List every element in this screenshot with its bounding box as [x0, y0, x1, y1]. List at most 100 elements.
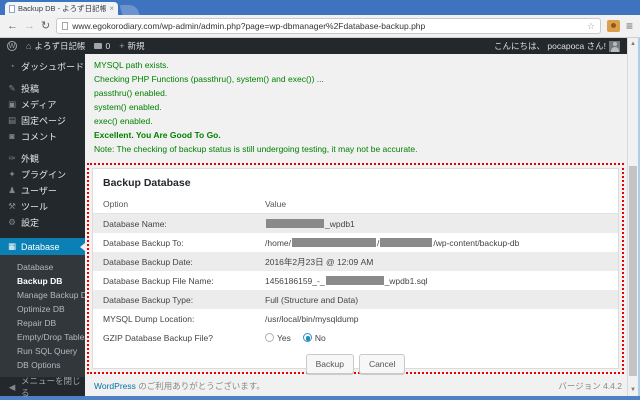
db-submenu-item[interactable]: Optimize DB	[0, 302, 85, 316]
scroll-up-icon[interactable]: ▲	[628, 41, 638, 47]
gzip-row: GZIP Database Backup File? Yes No	[93, 328, 618, 347]
table-row: Database Backup File Name: 1456186159_-_…	[93, 271, 618, 290]
database-submenu: Database Backup DB Manage Backup DB Opti…	[0, 255, 93, 377]
sidebar-item-dashboard[interactable]: ◔ ダッシュボード	[0, 58, 85, 74]
option-value: /home/ / /wp-content/backup-db	[265, 238, 618, 248]
admin-content: MYSQL path exists. Checking PHP Function…	[85, 54, 627, 396]
gzip-no-radio[interactable]	[302, 333, 312, 342]
db-submenu-item[interactable]: Database	[0, 260, 85, 274]
sidebar-item-comments[interactable]: ◙ コメント	[0, 128, 85, 144]
sidebar-item-appearance[interactable]: ✑ 外観	[0, 150, 85, 166]
browser-viewport: W ⌂ よろず日記帳 0 + 新規 こんにちは、 pocapoca さん! ◔ …	[0, 38, 640, 398]
status-message: system() enabled.	[94, 102, 162, 112]
value-text: /usr/local/bin/mysqldump	[265, 313, 359, 324]
home-icon: ⌂	[26, 41, 32, 51]
redacted-value	[325, 276, 384, 285]
sidebar-item-pages[interactable]: ▤ 固定ページ	[0, 112, 85, 128]
comment-count: 0	[105, 41, 111, 51]
menu-icon: ♟	[8, 184, 16, 195]
account-menu[interactable]: こんにちは、 pocapoca さん!	[494, 40, 620, 52]
sidebar-item-settings[interactable]: ⚙ 設定	[0, 214, 85, 230]
option-label: Database Backup Date:	[103, 256, 193, 267]
gzip-no-label[interactable]: No	[315, 333, 326, 343]
admin-footer: WordPress のご利用ありがとうございます。 バージョン 4.4.2	[94, 380, 622, 392]
page-icon	[62, 22, 69, 30]
sidebar-item-users[interactable]: ♟ ユーザー	[0, 182, 85, 198]
db-submenu-item[interactable]: Manage Backup DB	[0, 288, 93, 302]
database-icon: ▦	[7, 241, 17, 251]
table-row: MYSQL Dump Location: /usr/local/bin/mysq…	[93, 309, 618, 328]
option-value: /usr/local/bin/mysqldump	[265, 314, 618, 324]
value-header: Value	[265, 199, 287, 209]
wordpress-logo-icon: W	[7, 41, 17, 51]
camera-extension-icon[interactable]	[606, 20, 620, 32]
address-bar[interactable]: www.egokorodiary.com/wp-admin/admin.php?…	[56, 18, 601, 34]
gzip-label: GZIP Database Backup File?	[103, 332, 213, 343]
menu-icon: ⚒	[8, 200, 16, 211]
collapse-menu-button[interactable]: ◀ メニューを閉じる	[0, 376, 85, 398]
site-name-link[interactable]: ⌂ よろず日記帳	[26, 40, 85, 52]
menu-icon: ◔	[9, 61, 15, 71]
new-tab-button[interactable]	[119, 5, 140, 15]
menu-icon: ⚙	[8, 216, 16, 227]
tab-close-icon[interactable]: ×	[109, 4, 114, 13]
bookmark-star-icon[interactable]: ☆	[587, 21, 595, 32]
back-icon[interactable]: ←	[7, 20, 18, 32]
new-label: 新規	[127, 41, 145, 51]
browser-toolbar: ← → ↻ www.egokorodiary.com/wp-admin/admi…	[0, 15, 640, 38]
browser-tab[interactable]: Backup DB - よろず日記帳 - ×	[5, 2, 118, 15]
value-text: Full (Structure and Data)	[265, 294, 359, 305]
favicon-page-icon	[9, 4, 15, 13]
db-submenu-item[interactable]: Repair DB	[0, 316, 85, 330]
cancel-button[interactable]: Cancel	[358, 354, 406, 374]
db-submenu-item[interactable]: DB Options	[0, 358, 85, 372]
option-label: Database Backup Type:	[103, 294, 194, 305]
gzip-yes-label[interactable]: Yes	[277, 333, 291, 343]
backup-button[interactable]: Backup	[305, 354, 354, 374]
redacted-value	[292, 238, 376, 247]
sidebar-item-media[interactable]: ▣ メディア	[0, 96, 85, 112]
plus-icon: +	[119, 41, 125, 51]
reload-icon[interactable]: ↻	[41, 20, 50, 32]
comments-link[interactable]: 0	[94, 41, 110, 51]
menu-icon: ▤	[7, 114, 17, 125]
db-submenu-item[interactable]: Run SQL Query	[0, 344, 85, 358]
avatar	[609, 40, 620, 52]
wp-logo-menu[interactable]: W	[7, 41, 17, 51]
option-label: Database Backup To:	[103, 237, 184, 248]
table-row: Database Backup Date: 2016年2月23日 @ 12:09…	[93, 252, 618, 271]
panel-title: Backup Database	[103, 177, 191, 189]
redacted-value	[266, 219, 324, 228]
annotation-box: Backup Database Option Value Database Na…	[87, 163, 624, 374]
forward-icon[interactable]: →	[24, 20, 35, 32]
sidebar-item-tools[interactable]: ⚒ ツール	[0, 198, 85, 214]
status-message: passthru() enabled.	[94, 88, 168, 98]
option-value: 1456186159_-_ _wpdb1.sql	[265, 276, 618, 286]
tab-title: Backup DB - よろず日記帳 -	[18, 4, 107, 13]
db-submenu-item[interactable]: Backup DB	[0, 274, 85, 288]
browser-menu-icon[interactable]: ≡	[626, 19, 633, 33]
db-submenu-item[interactable]: Empty/Drop Tables	[0, 330, 89, 344]
greeting-text: こんにちは、 pocapoca さん!	[494, 41, 606, 51]
scroll-down-icon[interactable]: ▼	[628, 387, 638, 393]
redacted-value	[380, 238, 433, 247]
footer-thanks-text: のご利用ありがとうございます。	[135, 381, 265, 391]
wordpress-link[interactable]: WordPress	[94, 381, 136, 391]
gzip-yes-radio[interactable]	[265, 333, 274, 342]
table-row: Database Name: _wpdb1	[93, 214, 618, 233]
new-content-link[interactable]: + 新規	[119, 40, 144, 52]
database-menu-label: Database	[21, 241, 60, 252]
value-text: /home/	[265, 237, 291, 248]
sidebar-item-database[interactable]: ▦ Database	[0, 238, 85, 255]
url-text[interactable]: www.egokorodiary.com/wp-admin/admin.php?…	[72, 21, 583, 31]
table-header-row: Option Value	[93, 195, 618, 214]
value-text: /wp-content/backup-db	[433, 237, 520, 248]
menu-icon: ✎	[8, 82, 16, 93]
page-scrollbar[interactable]: ▲ ▼	[627, 38, 638, 396]
option-label: Database Backup File Name:	[103, 275, 214, 286]
scrollbar-thumb[interactable]	[629, 166, 637, 376]
menu-icon: ▣	[7, 98, 17, 109]
sidebar-item-plugins[interactable]: ✦ プラグイン	[0, 166, 85, 182]
sidebar-item-posts[interactable]: ✎ 投稿	[0, 80, 85, 96]
button-row: Backup Cancel	[93, 347, 618, 382]
